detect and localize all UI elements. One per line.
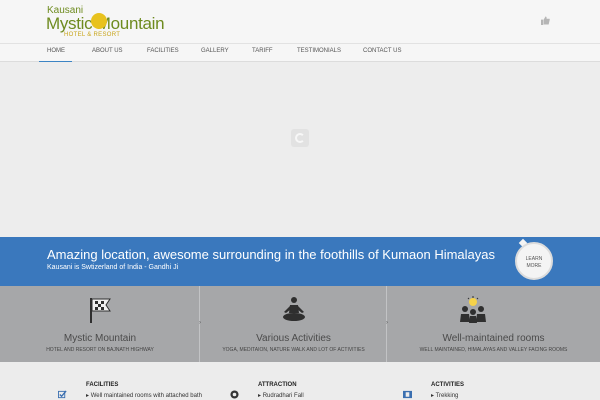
nav-item-about-us[interactable]: ABOUT US: [92, 48, 123, 54]
feature-desc: YOGA, MEDITAION, NATURE WALK AND LOT OF …: [222, 347, 365, 353]
logo-text-hotel-resort: HOTEL & RESORT: [64, 32, 121, 38]
feature-desc: WELL MAINTAINED, HIMALAYAS AND VALLEY FA…: [419, 347, 568, 353]
flag-icon: [90, 298, 111, 323]
nav-item-contact-us[interactable]: CONTACT US: [363, 48, 401, 54]
column-list-item-text: Trekking: [435, 393, 459, 399]
feature-mystic-mountain[interactable]: Mystic Mountain HOTEL AND RESORT ON BAJN…: [0, 286, 201, 362]
learn-more-label-line1: LEARN: [525, 256, 543, 262]
column-activities: ACTIVITIES ▸ Trekking: [403, 362, 573, 400]
hero-slider[interactable]: [0, 62, 600, 237]
banner-headline: Amazing location, awesome surrounding in…: [47, 247, 496, 262]
feature-title: Various Activities: [256, 333, 331, 344]
loading-spinner-icon: [291, 129, 309, 147]
column-attraction: ATTRACTION ▸ Rudradhari Fall: [230, 362, 400, 400]
meditation-icon: [283, 297, 305, 321]
learn-more-button[interactable]: LEARN MORE: [515, 242, 553, 280]
column-title: FACILITIES: [86, 382, 119, 388]
promo-banner: Amazing location, awesome surrounding in…: [0, 237, 600, 286]
column-facilities: FACILITIES ▸ Well maintained rooms with …: [58, 362, 228, 400]
column-list-item[interactable]: ▸ Rudradhari Fall: [258, 392, 304, 399]
feature-title: Mystic Mountain: [63, 333, 137, 344]
feature-title: Well-maintained rooms: [442, 333, 545, 344]
info-columns: FACILITIES ▸ Well maintained rooms with …: [0, 362, 600, 400]
people-icon: [460, 296, 486, 323]
site-header: Kausani Mystic Mountain HOTEL & RESORT: [0, 0, 600, 43]
nav-item-tariff[interactable]: TARIFF: [252, 48, 273, 54]
column-title: ATTRACTION: [258, 382, 297, 388]
site-logo[interactable]: Kausani Mystic Mountain HOTEL & RESORT: [46, 5, 165, 39]
film-icon: [403, 390, 412, 399]
logo-emblem-icon: [91, 13, 107, 29]
nav-item-gallery[interactable]: GALLERY: [201, 48, 229, 54]
feature-various-activities[interactable]: Various Activities YOGA, MEDITAION, NATU…: [200, 286, 388, 362]
feature-desc: HOTEL AND RESORT ON BAJNATH HIGHWAY: [46, 347, 154, 353]
main-nav: HOME ABOUT US FACILITIES GALLERY TARIFF …: [0, 43, 600, 63]
nav-item-testimonials[interactable]: TESTIMONIALS: [297, 48, 341, 54]
column-list-item-text: Well maintained rooms with attached bath: [90, 393, 202, 399]
learn-more-label-line2: MORE: [526, 263, 542, 269]
column-list-item[interactable]: ▸ Well maintained rooms with attached ba…: [86, 392, 202, 399]
column-list-item-text: Rudradhari Fall: [262, 393, 304, 399]
feature-well-maintained-rooms[interactable]: Well-maintained rooms WELL MAINTAINED, H…: [387, 286, 600, 362]
nav-item-home[interactable]: HOME: [47, 48, 65, 54]
column-title: ACTIVITIES: [431, 382, 465, 388]
features-strip: Mystic Mountain HOTEL AND RESORT ON BAJN…: [0, 286, 600, 362]
nav-item-facilities[interactable]: FACILITIES: [147, 48, 179, 54]
checkbox-icon: [58, 390, 67, 399]
banner-subheadline: Kausani is Swtizerland of India - Gandhi…: [47, 264, 179, 271]
column-list-item[interactable]: ▸ Trekking: [431, 392, 458, 399]
camera-icon: [230, 390, 239, 399]
thumbs-up-icon[interactable]: [541, 16, 550, 25]
